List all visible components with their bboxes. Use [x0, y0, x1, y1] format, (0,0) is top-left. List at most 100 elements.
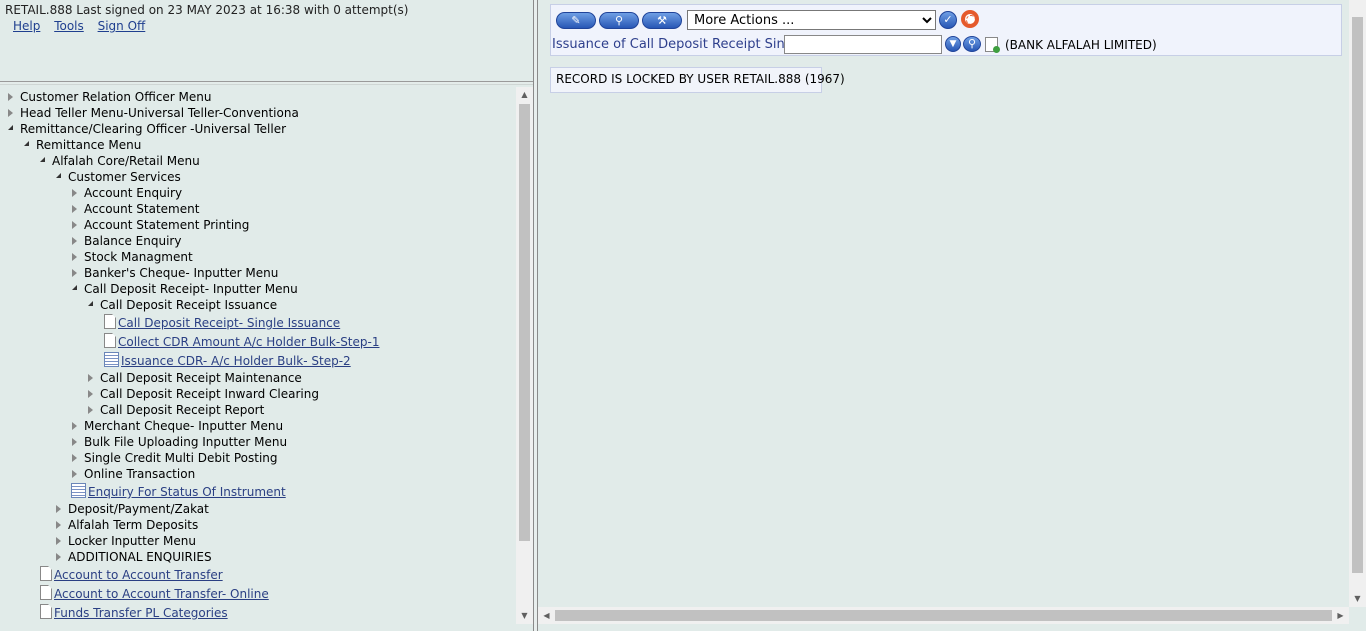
menu-leaf: Call Deposit Receipt- Single Issuance [104, 314, 340, 333]
expand-arrow-icon [72, 268, 77, 277]
signon-text: RETAIL.888 Last signed on 23 MAY 2023 at… [5, 3, 409, 17]
help-link[interactable]: Help [13, 19, 40, 33]
tree-node[interactable]: Remittance Menu [24, 137, 141, 153]
application-frame: ✎ ⚲ ⚒ More Actions ... ✓ Issuance of Cal… [538, 0, 1366, 631]
tree-node[interactable]: Online Transaction [72, 466, 195, 482]
tree-node[interactable]: Call Deposit Receipt Issuance [88, 297, 277, 313]
expand-arrow-icon [56, 520, 61, 529]
expand-arrow-icon [72, 453, 77, 462]
issuance-cdr-bulk-link[interactable]: Issuance CDR- A/c Holder Bulk- Step-2 [121, 354, 351, 368]
tools-link[interactable]: Tools [54, 19, 84, 33]
content-vertical-scrollbar[interactable]: ▼ [1349, 0, 1366, 607]
scroll-right-icon[interactable]: ▶ [1332, 607, 1349, 624]
tree-node[interactable]: Stock Managment [72, 249, 193, 265]
go-button[interactable]: ✓ [939, 11, 957, 29]
expand-arrow-icon [72, 236, 77, 245]
tree-node[interactable]: Deposit/Payment/Zakat [56, 501, 209, 517]
tree-node[interactable]: Call Deposit Receipt Maintenance [88, 370, 302, 386]
find-icon: ⚲ [967, 37, 977, 50]
company-name: (BANK ALFALAH LIMITED) [1005, 38, 1157, 52]
record-locked-message: RECORD IS LOCKED BY USER RETAIL.888 (196… [550, 67, 845, 93]
checkmark-icon: ✓ [943, 13, 953, 26]
expand-arrow-icon [88, 389, 93, 398]
tree-node[interactable]: Remittance/Clearing Officer -Universal T… [8, 121, 286, 137]
tree-node[interactable]: Locker Inputter Menu [56, 533, 196, 549]
find-button[interactable]: ⚲ [963, 36, 981, 52]
tree-node[interactable]: Single Credit Multi Debit Posting [72, 450, 278, 466]
tree-node[interactable]: Merchant Cheque- Inputter Menu [72, 418, 283, 434]
more-actions-select[interactable]: More Actions ... [687, 10, 936, 30]
tree-node[interactable]: Account Statement Printing [72, 217, 249, 233]
menu-vertical-scrollbar[interactable]: ▲ ▼ [516, 87, 533, 624]
frame-splitter[interactable] [0, 81, 533, 85]
tree-node[interactable]: Account Enquiry [72, 185, 182, 201]
scrollbar-thumb[interactable] [1352, 17, 1363, 573]
tree-node[interactable]: Bulk File Uploading Inputter Menu [72, 434, 287, 450]
scrollbar-thumb[interactable] [555, 610, 1332, 621]
tree-node[interactable]: Head Teller Menu-Universal Teller-Conven… [8, 105, 299, 121]
menu-leaf: Issuance CDR- A/c Holder Bulk- Step-2 [104, 352, 351, 371]
scroll-left-icon[interactable]: ◀ [538, 607, 555, 624]
expand-arrow-icon [72, 469, 77, 478]
document-icon [104, 314, 116, 329]
single-issuance-link[interactable]: Call Deposit Receipt- Single Issuance [118, 316, 340, 330]
sign-off-link[interactable]: Sign Off [98, 19, 146, 33]
chevron-down-icon: ▼ [949, 39, 957, 49]
funds-transfer-pl-link[interactable]: Funds Transfer PL Categories [54, 606, 228, 620]
contract-toolbar: ✎ ⚲ ⚒ More Actions ... ✓ Issuance of Cal… [550, 4, 1342, 56]
tools-button[interactable]: ⚒ [642, 12, 682, 29]
menu-leaf: Account to Account Transfer [40, 566, 223, 585]
collapse-arrow-icon [24, 141, 29, 146]
tree-node[interactable]: Banker's Cheque- Inputter Menu [72, 265, 278, 281]
menu-leaf: Collect CDR Amount A/c Holder Bulk-Step-… [104, 333, 379, 352]
tree-node[interactable]: ADDITIONAL ENQUIRIES [56, 549, 212, 565]
expand-arrow-icon [88, 373, 93, 382]
list-icon [104, 352, 119, 367]
lifebuoy-icon[interactable] [961, 10, 979, 28]
expand-arrow-icon [72, 188, 77, 197]
tree-node[interactable]: Balance Enquiry [72, 233, 181, 249]
pencil-icon: ✎ [571, 14, 581, 27]
expand-arrow-icon [72, 252, 77, 261]
tree-node[interactable]: Customer Services [56, 169, 181, 185]
expand-arrow-icon [56, 504, 61, 513]
scrollbar-thumb[interactable] [519, 104, 530, 541]
scroll-down-icon[interactable]: ▼ [1349, 591, 1366, 607]
wrench-icon: ⚒ [657, 14, 667, 27]
version-label: Issuance of Call Deposit Receipt Single [552, 37, 805, 52]
expand-arrow-icon [88, 405, 93, 414]
document-icon [40, 585, 52, 600]
account-transfer-online-link[interactable]: Account to Account Transfer- Online [54, 587, 269, 601]
edit-button[interactable]: ✎ [556, 12, 596, 29]
collect-cdr-link[interactable]: Collect CDR Amount A/c Holder Bulk-Step-… [118, 335, 379, 349]
collapse-arrow-icon [72, 285, 77, 290]
tree-node[interactable]: Call Deposit Receipt- Inputter Menu [72, 281, 298, 297]
content-horizontal-scrollbar[interactable]: ◀ ▶ [538, 607, 1349, 624]
scroll-up-icon[interactable]: ▲ [516, 87, 533, 103]
new-document-icon[interactable] [985, 37, 1000, 53]
tree-node[interactable]: Call Deposit Receipt Inward Clearing [88, 386, 319, 402]
tree-node[interactable]: Customer Relation Officer Menu [8, 89, 212, 105]
expand-arrow-icon [72, 220, 77, 229]
view-button[interactable]: ⚲ [599, 12, 639, 29]
enquiry-status-link[interactable]: Enquiry For Status Of Instrument [88, 485, 286, 499]
tree-node[interactable]: Alfalah Term Deposits [56, 517, 198, 533]
collapse-arrow-icon [88, 301, 93, 306]
list-icon [71, 483, 86, 498]
magnifier-icon: ⚲ [614, 14, 624, 27]
dropdown-button[interactable]: ▼ [945, 36, 961, 52]
expand-arrow-icon [8, 92, 13, 101]
expand-arrow-icon [72, 437, 77, 446]
expand-arrow-icon [72, 421, 77, 430]
collapse-arrow-icon [56, 173, 61, 178]
account-transfer-link[interactable]: Account to Account Transfer [54, 568, 223, 582]
document-icon [40, 566, 52, 581]
menu-leaf: Enquiry For Status Of Instrument [71, 483, 286, 502]
document-icon [40, 604, 52, 619]
menu-tree: Customer Relation Officer Menu Head Tell… [0, 87, 516, 624]
tree-node[interactable]: Alfalah Core/Retail Menu [40, 153, 200, 169]
scroll-down-icon[interactable]: ▼ [516, 608, 533, 624]
transaction-id-input[interactable] [784, 35, 942, 54]
tree-node[interactable]: Call Deposit Receipt Report [88, 402, 264, 418]
tree-node[interactable]: Account Statement [72, 201, 199, 217]
